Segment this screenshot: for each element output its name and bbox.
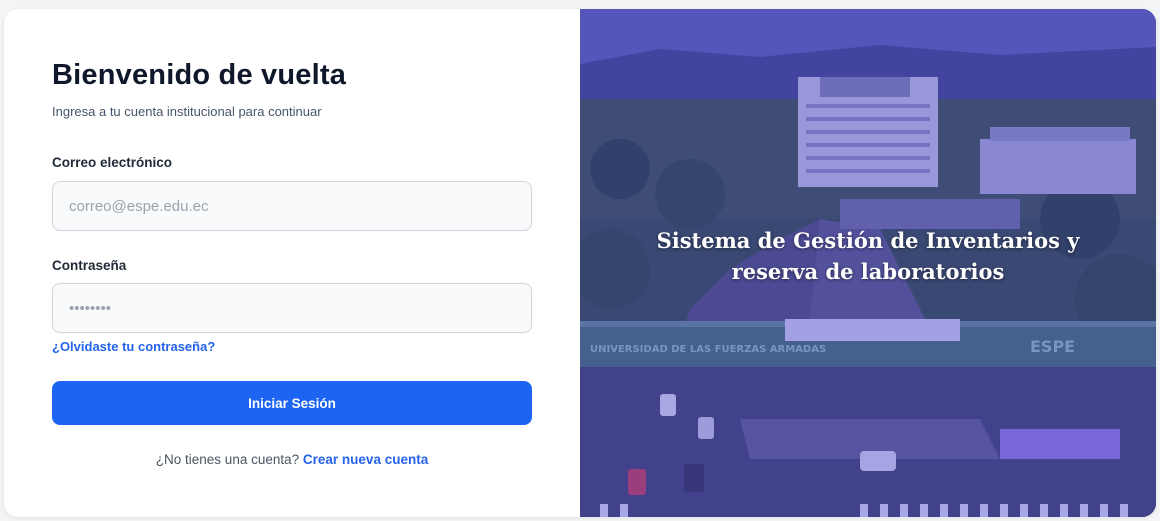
signup-row: ¿No tienes una cuenta? Crear nueva cuent… (52, 452, 532, 467)
email-field[interactable] (52, 181, 532, 231)
hero-heading: Sistema de Gestión de Inventarios y rese… (600, 225, 1136, 287)
forgot-password-link[interactable]: ¿Olvidaste tu contraseña? (52, 339, 215, 354)
hero-heading-line1: Sistema de Gestión de Inventarios y (656, 228, 1080, 253)
password-field[interactable] (52, 283, 532, 333)
page-title: Bienvenido de vuelta (52, 59, 347, 91)
login-form-panel: Bienvenido de vuelta Ingresa a tu cuenta… (4, 9, 580, 517)
password-label: Contraseña (52, 258, 127, 273)
email-label: Correo electrónico (52, 155, 173, 170)
login-button[interactable]: Iniciar Sesión (52, 381, 532, 425)
create-account-link[interactable]: Crear nueva cuenta (303, 452, 428, 467)
hero-heading-line2: reserva de laboratorios (731, 259, 1005, 284)
signup-prompt: ¿No tienes una cuenta? (155, 452, 300, 467)
page-subtitle: Ingresa a tu cuenta institucional para c… (52, 104, 322, 119)
hero-image-panel: UNIVERSIDAD DE LAS FUERZAS ARMADAS ESPE (580, 9, 1156, 517)
login-card: Bienvenido de vuelta Ingresa a tu cuenta… (4, 9, 1156, 517)
